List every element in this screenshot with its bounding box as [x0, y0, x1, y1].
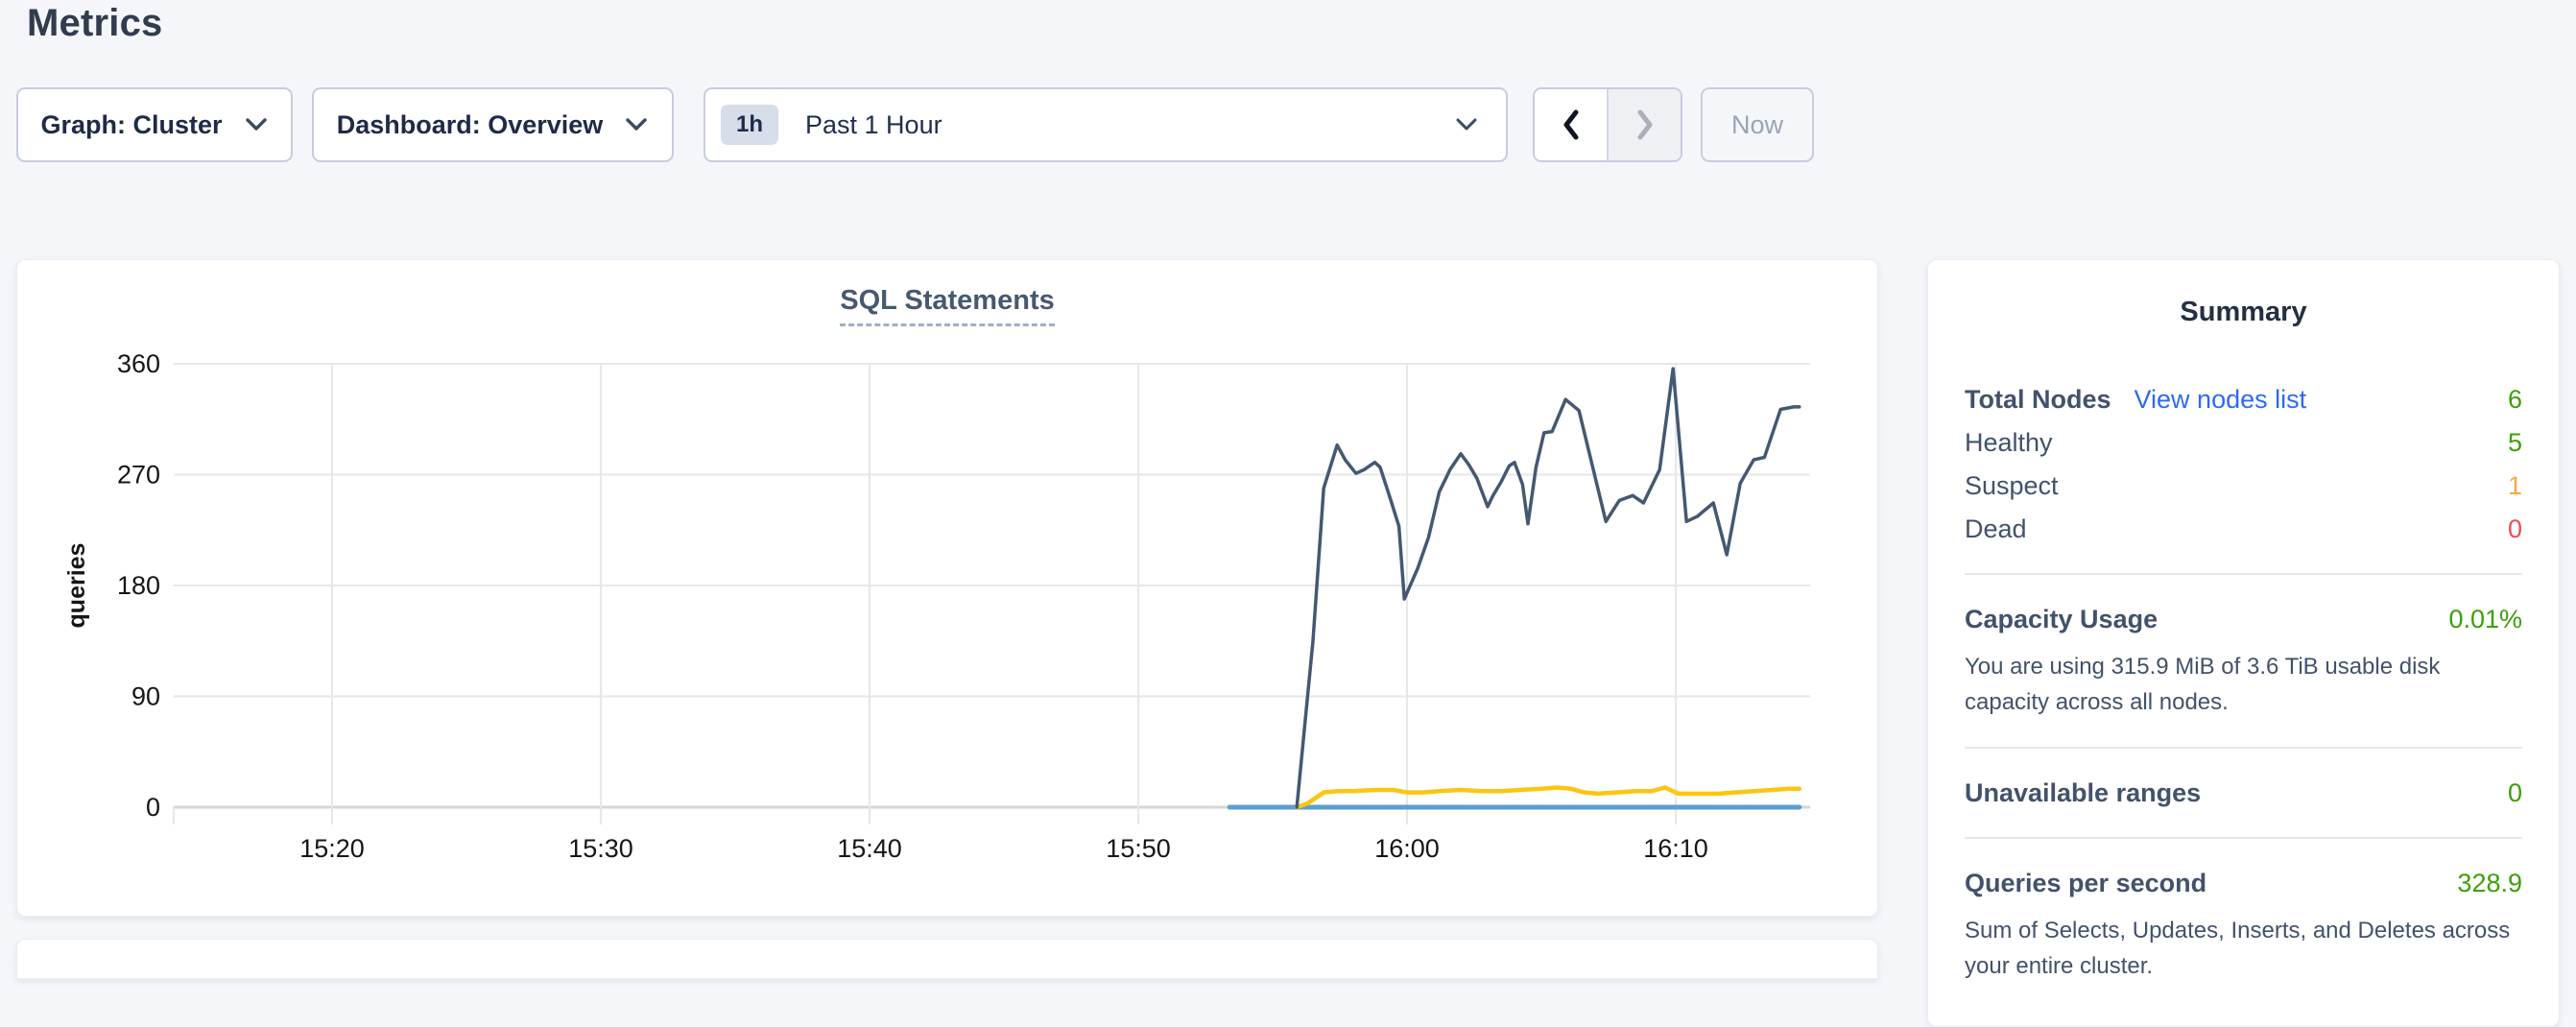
y-tick-label: 180: [117, 571, 160, 600]
chevron-down-icon: [244, 117, 269, 132]
chart-title-text[interactable]: SQL Statements: [840, 285, 1054, 326]
chevron-down-icon: [624, 117, 649, 132]
x-tick-label: 15:20: [299, 834, 365, 863]
page-title: Metrics: [27, 2, 162, 45]
graph-scope-dropdown[interactable]: Graph: Cluster: [16, 87, 293, 162]
capacity-usage-description: You are using 315.9 MiB of 3.6 TiB usabl…: [1965, 649, 2522, 720]
chart-series-yellow-line: [1297, 788, 1800, 808]
now-button[interactable]: Now: [1701, 87, 1814, 162]
chevron-right-icon: [1634, 108, 1656, 141]
y-tick-label: 270: [117, 461, 160, 490]
nodes-summary: Total Nodes View nodes list 6 Healthy 5 …: [1965, 382, 2522, 546]
suspect-label: Suspect: [1965, 468, 2059, 503]
y-tick-label: 360: [117, 349, 160, 378]
dashboard-dropdown[interactable]: Dashboard: Overview: [312, 87, 674, 162]
time-range-selector[interactable]: 1h Past 1 Hour: [704, 87, 1508, 162]
summary-divider: [1965, 747, 2522, 749]
dead-nodes-row: Dead 0: [1965, 512, 2522, 546]
unavailable-ranges-value: 0: [2508, 776, 2522, 810]
queries-per-second-description: Sum of Selects, Updates, Inserts, and De…: [1965, 913, 2522, 984]
chart-series-dark-blue-line: [1297, 369, 1800, 807]
next-chart-card-partial: [16, 939, 1878, 979]
x-tick-label: 16:10: [1643, 834, 1708, 863]
dead-label: Dead: [1965, 512, 2027, 546]
suspect-value: 1: [2508, 468, 2522, 503]
summary-panel: Summary Total Nodes View nodes list 6 He…: [1927, 259, 2560, 1027]
sql-statements-chart[interactable]: 0 90 180 270 360 15:20 15:30 15:40 15:50 16:00 16:…: [17, 260, 1877, 916]
total-nodes-row: Total Nodes View nodes list 6: [1965, 382, 2522, 417]
y-axis-label: queries: [63, 543, 90, 629]
chart-title: SQL Statements: [17, 285, 1877, 317]
total-nodes-label: Total Nodes: [1965, 382, 2111, 417]
view-nodes-list-link[interactable]: View nodes list: [2135, 382, 2307, 417]
metrics-page: { "header": { "title": "Metrics" }, "con…: [0, 0, 2576, 950]
healthy-value: 5: [2508, 425, 2522, 460]
unavailable-ranges-label: Unavailable ranges: [1965, 776, 2201, 810]
summary-title: Summary: [1965, 297, 2522, 328]
x-tick-label: 15:40: [837, 834, 902, 863]
total-nodes-value: 6: [2508, 382, 2522, 417]
dashboard-dropdown-label: Dashboard: Overview: [337, 110, 604, 140]
unavailable-ranges-block: Unavailable ranges 0: [1965, 776, 2522, 810]
time-range-label: Past 1 Hour: [805, 110, 942, 140]
summary-divider: [1965, 573, 2522, 575]
x-tick-label: 15:50: [1106, 834, 1171, 863]
capacity-usage-block: Capacity Usage 0.01% You are using 315.9…: [1965, 602, 2522, 720]
y-tick-label: 90: [131, 682, 160, 711]
capacity-usage-value: 0.01%: [2448, 602, 2522, 636]
time-range-badge: 1h: [721, 105, 778, 145]
sql-statements-chart-card: SQL Statements 0 90 180 270 360 15:20 15:30 15:…: [16, 259, 1878, 917]
chevron-down-icon: [1454, 117, 1479, 132]
queries-per-second-label: Queries per second: [1965, 866, 2206, 900]
healthy-label: Healthy: [1965, 425, 2053, 460]
capacity-usage-label: Capacity Usage: [1965, 602, 2158, 636]
suspect-nodes-row: Suspect 1: [1965, 468, 2522, 503]
queries-per-second-value: 328.9: [2457, 866, 2522, 900]
x-tick-label: 16:00: [1374, 834, 1440, 863]
time-back-button[interactable]: [1535, 89, 1607, 160]
x-tick-label: 15:30: [568, 834, 633, 863]
healthy-nodes-row: Healthy 5: [1965, 425, 2522, 460]
queries-per-second-block: Queries per second 328.9 Sum of Selects,…: [1965, 866, 2522, 984]
summary-divider: [1965, 837, 2522, 839]
chevron-left-icon: [1561, 108, 1582, 141]
now-button-label: Now: [1731, 110, 1783, 140]
graph-scope-dropdown-label: Graph: Cluster: [40, 110, 222, 140]
time-forward-button-disabled[interactable]: [1607, 89, 1681, 160]
y-tick-label: 0: [146, 793, 160, 822]
dead-value: 0: [2508, 512, 2522, 546]
time-step-button-group: [1533, 87, 1682, 162]
